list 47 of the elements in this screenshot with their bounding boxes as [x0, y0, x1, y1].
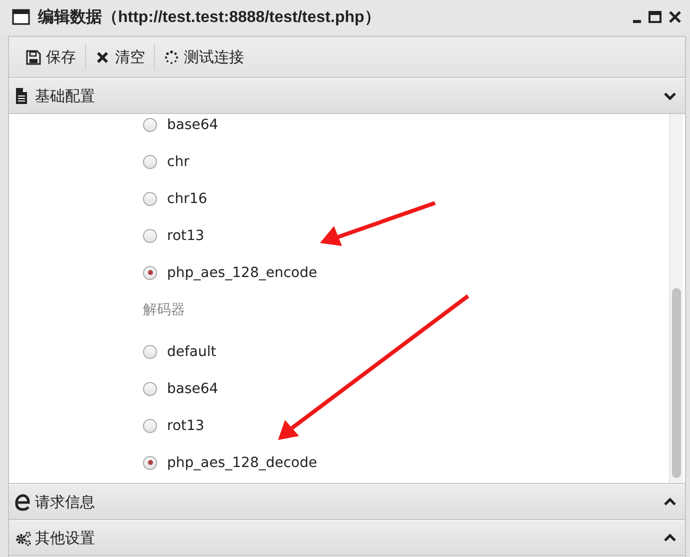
group-label: 解码器: [143, 301, 185, 319]
option-label: chr16: [167, 190, 208, 206]
section-header[interactable]: 请求信息: [9, 484, 685, 520]
test-connection-button[interactable]: 测试连接: [155, 41, 253, 73]
radio-option[interactable]: rot13: [143, 217, 685, 254]
save-icon: [26, 50, 41, 64]
spinner-icon: [164, 50, 179, 64]
save-button[interactable]: 保存: [17, 41, 85, 73]
radio-button[interactable]: [143, 154, 157, 168]
close-icon[interactable]: [668, 10, 682, 24]
window-icon: [12, 9, 30, 25]
radio-option[interactable]: rot13: [143, 407, 685, 444]
radio-button[interactable]: [143, 266, 157, 280]
radio-option[interactable]: default: [143, 333, 685, 370]
close-icon: [95, 50, 110, 64]
radio-button[interactable]: [143, 456, 157, 470]
option-label: base64: [167, 116, 218, 132]
clear-button[interactable]: 清空: [86, 41, 154, 73]
browser-icon: [15, 494, 31, 510]
radio-button[interactable]: [143, 418, 157, 432]
radio-option[interactable]: php_aes_128_decode: [143, 444, 685, 481]
radio-option[interactable]: base64: [143, 370, 685, 407]
section-title: 其他设置: [35, 528, 96, 548]
option-label: chr: [167, 154, 190, 170]
section-title: 基础配置: [35, 86, 96, 106]
option-label: php_aes_128_encode: [167, 264, 318, 280]
radio-button[interactable]: [143, 192, 157, 206]
radio-button[interactable]: [143, 382, 157, 396]
option-label: base64: [167, 380, 218, 396]
maximize-icon[interactable]: [648, 10, 662, 24]
radio-option[interactable]: php_aes_128_encode: [143, 254, 685, 291]
radio-option[interactable]: base64: [143, 114, 685, 143]
section-header[interactable]: 基础配置: [9, 78, 685, 114]
section-header[interactable]: 其他设置: [9, 520, 685, 556]
radio-button[interactable]: [143, 344, 157, 358]
gears-icon: [15, 530, 31, 546]
radio-button[interactable]: [143, 228, 157, 242]
option-label: default: [167, 344, 216, 360]
window-title: 编辑数据（http://test.test:8888/test/test.php）: [38, 7, 382, 28]
option-label: rot13: [167, 228, 204, 244]
radio-option[interactable]: chr: [143, 143, 685, 180]
scrollbar-thumb[interactable]: [672, 288, 681, 478]
option-label: rot13: [167, 418, 204, 434]
radio-option[interactable]: chr16: [143, 180, 685, 217]
section-title: 请求信息: [35, 492, 96, 512]
option-label: php_aes_128_decode: [167, 454, 318, 470]
radio-button[interactable]: [143, 118, 157, 132]
